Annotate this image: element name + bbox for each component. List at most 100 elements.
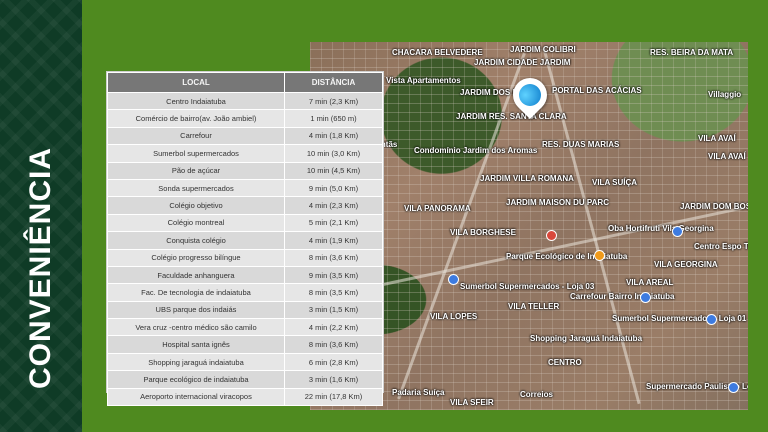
local-cell: Colégio progresso bilíngue bbox=[107, 248, 285, 267]
local-cell: Carrefour bbox=[107, 126, 285, 146]
location-pin-center bbox=[514, 79, 546, 111]
local-cell: Shopping jaraguá indaiatuba bbox=[107, 352, 285, 372]
map-label: JARDIM MAISON DU PARC bbox=[506, 198, 609, 207]
map-label: JARDIM DOM BOSCO bbox=[680, 202, 748, 211]
distance-cell: 1 min (650 m) bbox=[284, 109, 383, 128]
column-header-distancia: DISTÂNCIA bbox=[284, 72, 383, 93]
map-label: Shopping Jaraguá Indaiatuba bbox=[530, 334, 643, 343]
map-label: VILA LOPES bbox=[430, 312, 478, 321]
table-row: Parque ecológico de indaiatuba 3 min (1,6… bbox=[107, 370, 383, 389]
map-label: VILA BORGHESE bbox=[450, 228, 516, 237]
map-label: Centro Espo Trabalhad bbox=[694, 242, 748, 251]
table-row: Colégio objetivo 4 min (2,3 Km) bbox=[107, 196, 383, 215]
distance-cell: 7 min (2,3 Km) bbox=[284, 91, 383, 111]
map-label: Villaggio bbox=[708, 90, 742, 99]
map-label: Sumerbol Supermercados - Loja 01 bbox=[612, 314, 747, 323]
table-row: Hospital santa ignês 8 min (3,6 Km) bbox=[107, 335, 383, 354]
table-row: Fac. De tecnologia de indaiatuba 8 min (3… bbox=[107, 283, 383, 302]
map-label: Correios bbox=[520, 390, 553, 399]
map-label: Vista Apartamentos bbox=[386, 76, 461, 85]
distance-cell: 8 min (3,6 Km) bbox=[284, 248, 383, 267]
local-cell: Vera cruz -centro médico são camilo bbox=[107, 318, 285, 337]
local-cell: Parque ecológico de indaiatuba bbox=[107, 370, 285, 389]
distance-cell: 8 min (3,6 Km) bbox=[284, 335, 383, 354]
map-label: CENTRO bbox=[548, 358, 582, 367]
local-cell: Colégio montreal bbox=[107, 213, 285, 233]
poi-marker[interactable] bbox=[672, 226, 683, 237]
map-label: RES. DUAS MARIAS bbox=[542, 140, 620, 149]
distance-table-card: LOCAL DISTÂNCIA Centro Indaiatuba 7 min (… bbox=[107, 72, 383, 407]
map-label: Parque Ecológico de Indaiatuba bbox=[506, 252, 628, 261]
table-row: Centro Indaiatuba 7 min (2,3 Km) bbox=[107, 91, 383, 111]
distance-cell: 9 min (3,5 Km) bbox=[284, 265, 383, 285]
poi-marker[interactable] bbox=[594, 250, 605, 261]
poi-marker[interactable] bbox=[640, 292, 651, 303]
local-cell: Hospital santa ignês bbox=[107, 335, 285, 354]
map-label: VILA TELLER bbox=[508, 302, 560, 311]
table-row: Carrefour 4 min (1,8 Km) bbox=[107, 126, 383, 146]
map-label: VILA PANORAMA bbox=[404, 204, 471, 213]
table-row: Sumerbol supermercados 10 min (3,0 Km) bbox=[107, 144, 383, 163]
map-label: Carrefour Bairro Indaiatuba bbox=[570, 292, 675, 301]
distance-cell: 6 min (2,8 Km) bbox=[284, 352, 383, 372]
map-label: JARDIM CIDADE JARDIM bbox=[474, 58, 571, 67]
distance-table: LOCAL DISTÂNCIA Centro Indaiatuba 7 min (… bbox=[107, 72, 383, 407]
map-label: JARDIM COLIBRI bbox=[510, 45, 576, 54]
table-row: Sonda supermercados 9 min (5,0 Km) bbox=[107, 178, 383, 198]
table-row: Colégio montreal 5 min (2,1 Km) bbox=[107, 213, 383, 233]
poi-marker[interactable] bbox=[706, 314, 717, 325]
left-decorative-band: CONVENIÊNCIA bbox=[0, 0, 82, 432]
map-label: VILA AVAÍ bbox=[698, 134, 736, 143]
map-label: PORTAL DAS ACÁCIAS bbox=[552, 86, 642, 95]
map-label: VILA AVAÍ bbox=[708, 152, 746, 161]
local-cell: Faculdade anhanguera bbox=[107, 265, 285, 285]
map-label: JARDIM RES. SANTA CLARA bbox=[456, 112, 567, 121]
local-cell: Fac. De tecnologia de indaiatuba bbox=[107, 283, 285, 302]
local-cell: Sumerbol supermercados bbox=[107, 144, 285, 163]
distance-cell: 4 min (2,3 Km) bbox=[284, 196, 383, 215]
column-header-local: LOCAL bbox=[107, 72, 285, 93]
local-cell: UBS parque dos indaiás bbox=[107, 300, 285, 320]
table-row: Vera cruz -centro médico são camilo 4 min… bbox=[107, 318, 383, 337]
map-label: VILA AREAL bbox=[626, 278, 674, 287]
distance-cell: 9 min (5,0 Km) bbox=[284, 178, 383, 198]
local-cell: Colégio objetivo bbox=[107, 196, 285, 215]
table-header-row: LOCAL DISTÂNCIA bbox=[107, 72, 383, 93]
poi-marker[interactable] bbox=[546, 230, 557, 241]
map-label: Condomínio Jardim dos Aromas bbox=[414, 146, 538, 155]
map-label: JARDIM VILLA ROMANA bbox=[480, 174, 574, 183]
table-row: Faculdade anhanguera 9 min (3,5 Km) bbox=[107, 265, 383, 285]
table-row: Comércio de bairro(av. João ambiel) 1 min… bbox=[107, 109, 383, 128]
local-cell: Comércio de bairro(av. João ambiel) bbox=[107, 109, 285, 128]
table-row: Pão de açúcar 10 min (4,5 Km) bbox=[107, 161, 383, 180]
local-cell: Pão de açúcar bbox=[107, 161, 285, 180]
table-row: Colégio progresso bilíngue 8 min (3,6 Km) bbox=[107, 248, 383, 267]
local-cell: Conquista colégio bbox=[107, 231, 285, 250]
side-title: CONVENIÊNCIA bbox=[24, 146, 57, 390]
map-label: VILA SFEIR bbox=[450, 398, 494, 407]
map-label: VILA SUÍÇA bbox=[592, 178, 638, 187]
poi-marker[interactable] bbox=[728, 382, 739, 393]
local-cell: Sonda supermercados bbox=[107, 178, 285, 198]
poi-marker[interactable] bbox=[448, 274, 459, 285]
distance-cell: 22 min (17,8 Km) bbox=[284, 387, 383, 407]
distance-cell: 10 min (4,5 Km) bbox=[284, 161, 383, 180]
distance-cell: 4 min (2,2 Km) bbox=[284, 318, 383, 337]
table-row: Conquista colégio 4 min (1,9 Km) bbox=[107, 231, 383, 250]
local-cell: Centro Indaiatuba bbox=[107, 91, 285, 111]
distance-cell: 4 min (1,8 Km) bbox=[284, 126, 383, 146]
table-row: UBS parque dos indaiás 3 min (1,5 Km) bbox=[107, 300, 383, 320]
distance-cell: 10 min (3,0 Km) bbox=[284, 144, 383, 163]
map-label: Padaria Suíça bbox=[392, 388, 445, 397]
local-cell: Aeroporto internacional viracopos bbox=[107, 387, 285, 407]
distance-cell: 3 min (1,6 Km) bbox=[284, 370, 383, 389]
table-row: Aeroporto internacional viracopos 22 min … bbox=[107, 387, 383, 407]
map-label: CHACARA BELVEDERE bbox=[392, 48, 483, 57]
map-label: RES. BEIRA DA MATA bbox=[650, 48, 734, 57]
distance-cell: 4 min (1,9 Km) bbox=[284, 231, 383, 250]
distance-cell: 5 min (2,1 Km) bbox=[284, 213, 383, 233]
distance-cell: 3 min (1,5 Km) bbox=[284, 300, 383, 320]
distance-cell: 8 min (3,5 Km) bbox=[284, 283, 383, 302]
map-label: VILA GEORGINA bbox=[654, 260, 718, 269]
map-label: Oba Hortifruti Vila Georgina bbox=[608, 224, 714, 233]
